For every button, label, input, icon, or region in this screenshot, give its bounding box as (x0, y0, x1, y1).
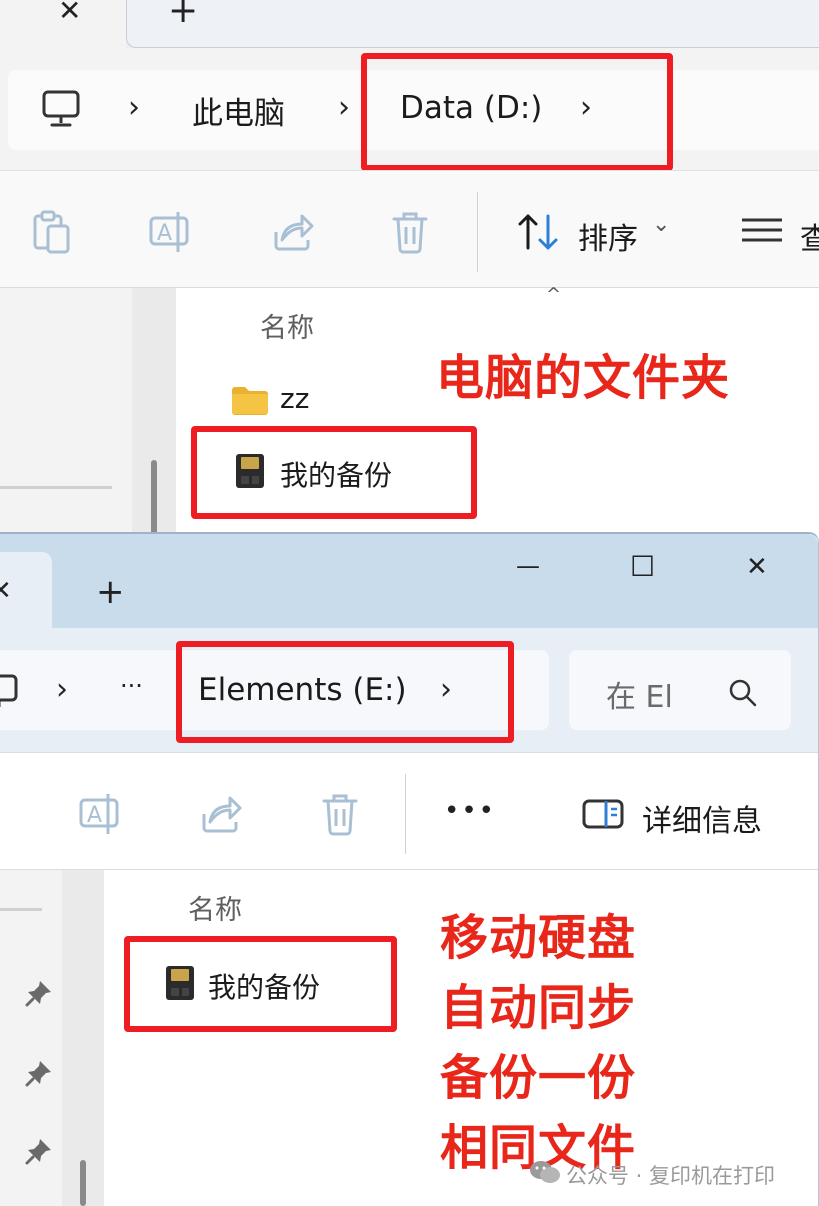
file-row-zz[interactable]: zz (220, 378, 460, 424)
svg-text:A: A (157, 221, 172, 246)
computer-icon[interactable] (40, 88, 82, 130)
sort-ascending-indicator: ^ (546, 284, 562, 305)
close-button[interactable]: ✕ (746, 552, 768, 582)
svg-text:A: A (87, 803, 102, 828)
column-header-name[interactable]: 名称 (260, 306, 314, 345)
tab-inactive-area (126, 0, 819, 48)
highlight-box-drive-e (176, 641, 514, 743)
view-list-icon[interactable] (740, 216, 784, 248)
breadcrumb-separator-icon[interactable]: › (128, 90, 140, 125)
search-input[interactable]: 在 El (606, 672, 673, 716)
folder-icon (232, 387, 268, 415)
share-icon[interactable] (198, 792, 244, 836)
annotation-line-3: 备份一份 (440, 1050, 637, 1106)
nav-divider (0, 486, 112, 489)
annotation-computer-folder: 电脑的文件夹 (436, 350, 731, 406)
paste-icon[interactable] (32, 210, 72, 254)
highlight-box-folder (124, 936, 397, 1032)
pin-icon[interactable] (24, 1136, 54, 1166)
highlight-box-folder (191, 426, 477, 519)
computer-icon[interactable] (0, 672, 20, 714)
new-tab-button[interactable]: + (168, 0, 198, 31)
bottom-explorer-window: ✕ + — ☐ ✕ › ··· Elements (E:) › 在 El A •… (0, 532, 819, 1206)
file-name: zz (280, 382, 310, 415)
highlight-box-drive-d (361, 53, 673, 171)
pin-icon[interactable] (24, 1058, 54, 1088)
maximize-button[interactable]: ☐ (630, 550, 655, 583)
minimize-button[interactable]: — (516, 552, 540, 580)
more-options-button[interactable]: ••• (444, 796, 496, 826)
delete-icon[interactable] (320, 792, 360, 836)
nav-scrollbar-thumb[interactable] (80, 1160, 86, 1206)
tab-close-icon[interactable]: ✕ (0, 576, 12, 606)
nav-scrollbar-thumb[interactable] (151, 460, 157, 540)
sort-button-label[interactable]: 排序 (578, 214, 638, 258)
breadcrumb-separator-icon[interactable]: › (338, 90, 350, 125)
chevron-down-icon[interactable]: ⌄ (652, 212, 670, 237)
annotation-line-2: 自动同步 (440, 980, 637, 1036)
details-pane-icon[interactable] (582, 798, 624, 830)
search-icon[interactable] (728, 678, 758, 708)
nav-scrollbar-track[interactable] (62, 870, 104, 1206)
toolbar-divider (405, 774, 406, 854)
delete-icon[interactable] (390, 210, 430, 254)
pin-icon[interactable] (24, 978, 54, 1008)
rename-icon[interactable]: A (78, 792, 124, 836)
breadcrumb-this-pc[interactable]: 此电脑 (192, 88, 285, 133)
watermark-text: 公众号 · 复印机在打印 (566, 1164, 776, 1188)
toolbar-divider (477, 192, 478, 272)
wechat-icon (530, 1161, 560, 1183)
details-button-label[interactable]: 详细信息 (642, 796, 762, 840)
new-tab-button[interactable]: + (96, 572, 125, 612)
rename-icon[interactable]: A (148, 210, 194, 254)
top-explorer-window: ✕ + › 此电脑 › Data (D:) › A 排序 ⌄ 查 ^ 名称 zz… (0, 0, 819, 540)
breadcrumb-overflow-button[interactable]: ··· (120, 672, 143, 700)
column-header-name[interactable]: 名称 (188, 888, 242, 927)
nav-divider (0, 908, 42, 911)
sort-icon[interactable] (516, 212, 562, 252)
view-button-label[interactable]: 查 (800, 214, 819, 258)
tab-close-icon[interactable]: ✕ (58, 0, 81, 27)
share-icon[interactable] (270, 210, 316, 254)
annotation-line-1: 移动硬盘 (440, 910, 637, 966)
breadcrumb-separator-icon[interactable]: › (56, 672, 68, 707)
